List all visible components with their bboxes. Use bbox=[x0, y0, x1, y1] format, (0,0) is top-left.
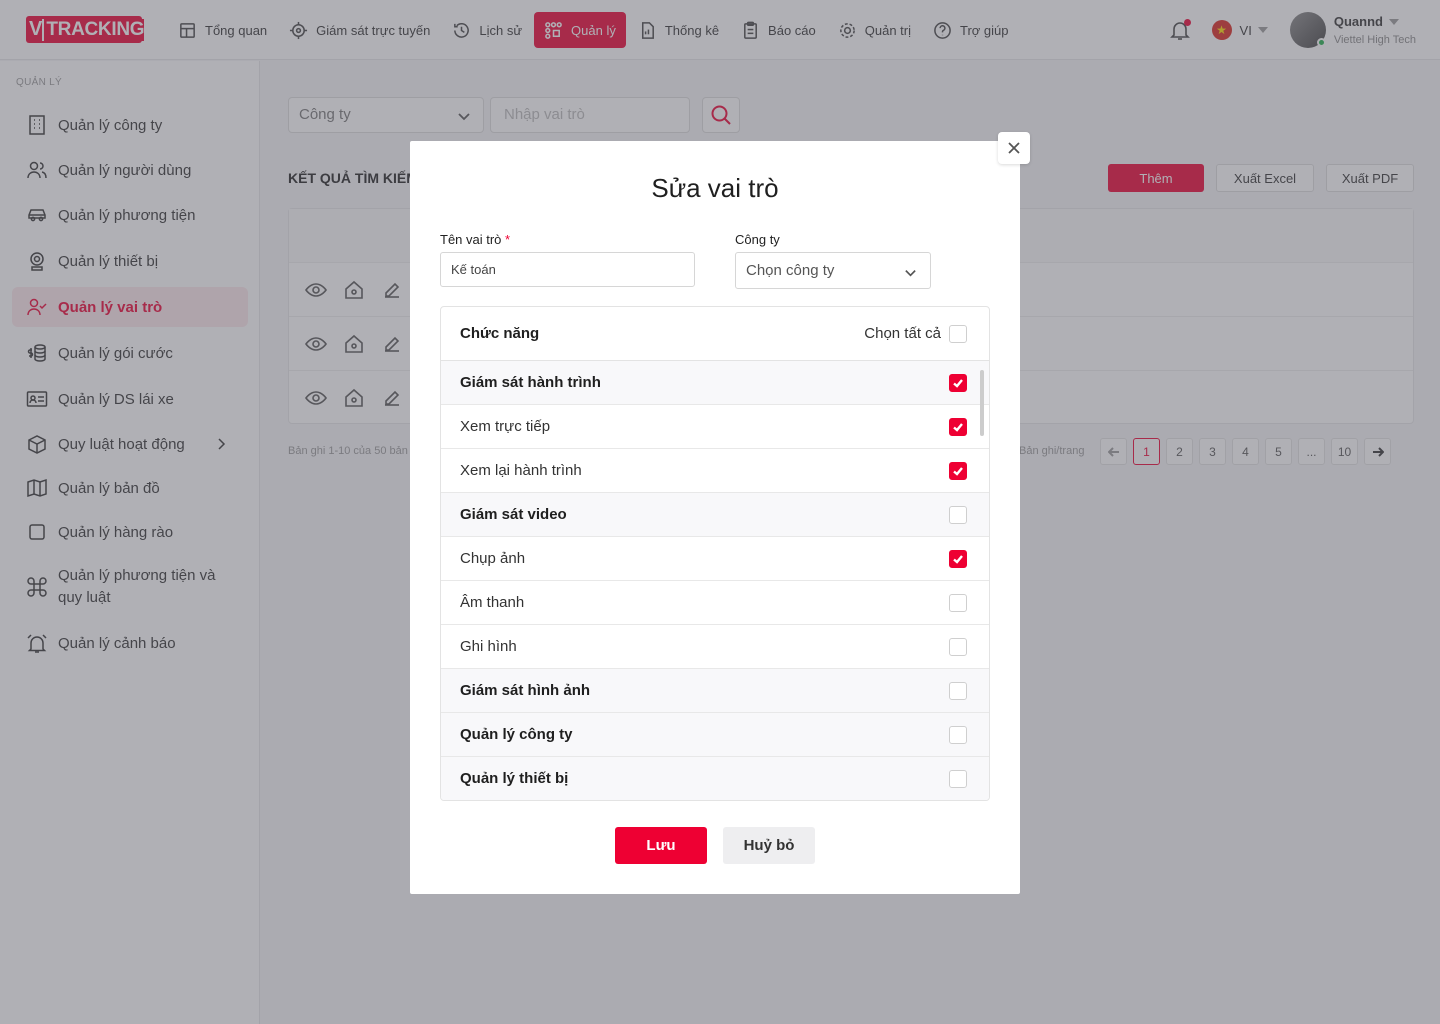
permission-group-row[interactable]: Giám sát video bbox=[441, 493, 989, 537]
permission-label: Giám sát hành trình bbox=[460, 374, 601, 391]
permission-label: Âm thanh bbox=[460, 594, 525, 611]
company-label: Công ty bbox=[735, 232, 780, 247]
permission-checkbox[interactable] bbox=[949, 549, 967, 568]
permission-checkbox[interactable] bbox=[949, 417, 967, 436]
permission-header-title: Chức năng bbox=[460, 325, 540, 342]
select-all-checkbox[interactable] bbox=[949, 324, 967, 343]
permission-scrollbar[interactable] bbox=[980, 370, 984, 436]
permission-row[interactable]: Xem lại hành trình bbox=[441, 449, 989, 493]
chevron-down-icon bbox=[905, 270, 916, 277]
permission-label: Giám sát hình ảnh bbox=[460, 682, 591, 699]
permission-rows: Giám sát hành trình Xem trực tiếp Xem lại … bbox=[441, 361, 989, 800]
select-all-label: Chọn tất cả bbox=[864, 325, 941, 342]
permission-checkbox[interactable] bbox=[949, 681, 967, 700]
save-button[interactable]: Lưu bbox=[615, 827, 707, 864]
permission-checkbox[interactable] bbox=[949, 725, 967, 744]
permission-label: Giám sát video bbox=[460, 506, 567, 523]
modal-close-button[interactable] bbox=[998, 132, 1030, 164]
role-name-label-text: Tên vai trò bbox=[440, 232, 502, 247]
permission-checkbox[interactable] bbox=[949, 769, 967, 788]
permission-label: Xem trực tiếp bbox=[460, 418, 551, 435]
permission-checkbox[interactable] bbox=[949, 637, 967, 656]
check-icon bbox=[953, 466, 963, 476]
role-name-input[interactable]: Kế toán bbox=[440, 252, 695, 287]
permission-row[interactable]: Chụp ảnh bbox=[441, 537, 989, 581]
check-icon bbox=[953, 378, 963, 388]
company-select-placeholder: Chọn công ty bbox=[746, 262, 835, 279]
permission-checkbox[interactable] bbox=[949, 373, 967, 392]
role-name-label: Tên vai trò * bbox=[440, 232, 510, 247]
permission-group-row[interactable]: Giám sát hình ảnh bbox=[441, 669, 989, 713]
permission-row[interactable]: Âm thanh bbox=[441, 581, 989, 625]
permission-label: Quản lý công ty bbox=[460, 726, 573, 743]
check-icon bbox=[953, 422, 963, 432]
permission-label: Ghi hình bbox=[460, 638, 517, 655]
permission-checkbox[interactable] bbox=[949, 593, 967, 612]
check-icon bbox=[953, 554, 963, 564]
permission-row[interactable]: Xem trực tiếp bbox=[441, 405, 989, 449]
permission-checkbox[interactable] bbox=[949, 461, 967, 480]
permission-label: Chụp ảnh bbox=[460, 550, 526, 567]
permission-group-row[interactable]: Giám sát hành trình bbox=[441, 361, 989, 405]
close-icon bbox=[1008, 142, 1020, 154]
company-select[interactable]: Chọn công ty bbox=[735, 252, 931, 289]
permission-header: Chức năng Chọn tất cả bbox=[441, 307, 989, 361]
permission-label: Xem lại hành trình bbox=[460, 462, 582, 479]
permission-group-row[interactable]: Quản lý thiết bị bbox=[441, 757, 989, 800]
permission-group-row[interactable]: Quản lý công ty bbox=[441, 713, 989, 757]
required-mark: * bbox=[505, 232, 511, 247]
cancel-button[interactable]: Huỷ bỏ bbox=[723, 827, 815, 864]
edit-role-modal: Sửa vai trò Tên vai trò * Kế toán Công t… bbox=[410, 141, 1020, 894]
permission-row[interactable]: Ghi hình bbox=[441, 625, 989, 669]
permission-list: Chức năng Chọn tất cả Giám sát hành trìn… bbox=[440, 306, 990, 801]
permission-checkbox[interactable] bbox=[949, 505, 967, 524]
modal-title: Sửa vai trò bbox=[651, 173, 779, 203]
permission-label: Quản lý thiết bị bbox=[460, 770, 569, 787]
